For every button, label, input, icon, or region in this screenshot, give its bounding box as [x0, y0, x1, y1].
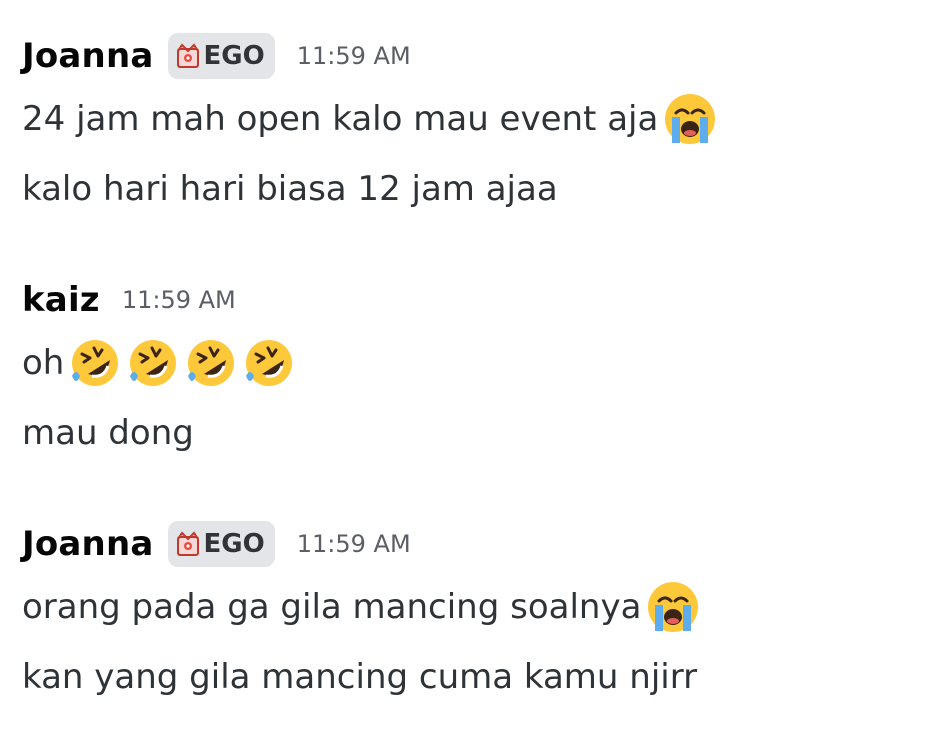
timestamp: 11:59 AM: [121, 286, 236, 314]
username[interactable]: kaiz: [22, 280, 100, 320]
rolling-on-floor-laughing-icon: [184, 336, 238, 390]
timestamp: 11:59 AM: [296, 42, 411, 70]
message-text: 24 jam mah open kalo mau event aja: [22, 99, 659, 139]
message-header: kaiz 11:59 AM: [22, 272, 915, 328]
loudly-crying-face-icon: [645, 579, 701, 635]
message-line: orang pada ga gila mancing soalnya: [22, 572, 915, 642]
message-text: mau dong: [22, 413, 194, 453]
message-header: Joanna EGO 11:59 AM: [22, 28, 915, 84]
username[interactable]: Joanna: [22, 524, 154, 564]
rolling-on-floor-laughing-icon: [68, 336, 122, 390]
crown-tag-icon: [176, 531, 200, 557]
clan-tag[interactable]: EGO: [167, 521, 275, 567]
username[interactable]: Joanna: [22, 36, 154, 76]
message-text: orang pada ga gila mancing soalnya: [22, 587, 642, 627]
message-text: oh: [22, 343, 65, 383]
tag-text: EGO: [203, 41, 265, 71]
crown-tag-icon: [176, 43, 200, 69]
tag-text: EGO: [203, 529, 265, 559]
message-group: kaiz 11:59 AM oh mau dong: [22, 272, 915, 468]
message-header: Joanna EGO 11:59 AM: [22, 516, 915, 572]
message-line: kalo hari hari biasa 12 jam ajaa: [22, 154, 915, 224]
rolling-on-floor-laughing-icon: [126, 336, 180, 390]
message-text: kalo hari hari biasa 12 jam ajaa: [22, 169, 558, 209]
message-group: Joanna EGO 11:59 AM 24 jam mah open kalo…: [22, 28, 915, 224]
message-line: kan yang gila mancing cuma kamu njirr: [22, 642, 915, 712]
message-line: 24 jam mah open kalo mau event aja: [22, 84, 915, 154]
clan-tag[interactable]: EGO: [167, 33, 275, 79]
loudly-crying-face-icon: [662, 91, 718, 147]
message-line: mau dong: [22, 398, 915, 468]
timestamp: 11:59 AM: [296, 530, 411, 558]
message-group: Joanna EGO 11:59 AM orang pada ga gila m…: [22, 516, 915, 712]
message-text: kan yang gila mancing cuma kamu njirr: [22, 657, 698, 697]
rolling-on-floor-laughing-icon: [242, 336, 296, 390]
message-line: oh: [22, 328, 915, 398]
